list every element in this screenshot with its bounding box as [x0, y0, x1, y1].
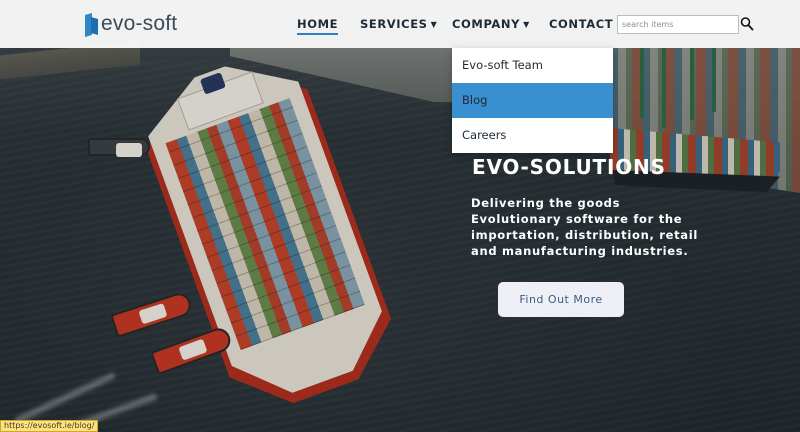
menu-item-blog[interactable]: Blog: [452, 83, 613, 118]
hero-tagline-line: and manufacturing industries.: [471, 244, 689, 258]
hero-tagline-line: importation, distribution, retail: [471, 228, 699, 242]
logo-mark-right: [91, 17, 98, 35]
nav-home[interactable]: HOME: [297, 17, 339, 35]
logo-text: evo-soft: [101, 12, 178, 35]
nav-contact-label: CONTACT: [549, 17, 614, 31]
menu-item-evo-soft-team[interactable]: Evo-soft Team: [452, 48, 613, 83]
logo[interactable]: evo-soft: [85, 12, 178, 37]
nav-home-label: HOME: [297, 17, 339, 31]
site-header: evo-soft HOME SERVICES ▼ COMPANY ▼ CONTACT: [0, 0, 800, 48]
nav-company[interactable]: COMPANY ▼: [452, 17, 530, 31]
nav-services[interactable]: SERVICES ▼: [360, 17, 437, 31]
logo-mark-icon: [85, 12, 98, 37]
chevron-down-icon: ▼: [430, 20, 438, 29]
find-out-more-button[interactable]: Find Out More: [498, 282, 624, 317]
company-dropdown-menu: Evo-soft Team Blog Careers: [452, 48, 613, 153]
nav-contact[interactable]: CONTACT: [549, 17, 613, 31]
nav-services-label: SERVICES: [360, 17, 428, 31]
search-input[interactable]: [617, 15, 739, 34]
hero-tagline-line: Delivering the goods: [471, 196, 621, 210]
active-underline: [297, 33, 339, 35]
hero-title: EVO-SOLUTIONS: [472, 155, 666, 179]
chevron-down-icon: ▼: [523, 20, 530, 29]
hero-tagline: Delivering the goods Evolutionary softwa…: [471, 195, 771, 259]
menu-item-careers[interactable]: Careers: [452, 118, 613, 153]
search-icon: [740, 17, 754, 31]
search-button[interactable]: [740, 16, 754, 32]
nav-company-label: COMPANY: [452, 17, 521, 31]
hero-tagline-line: Evolutionary software for the: [471, 212, 683, 226]
status-bar-url: https://evosoft.ie/blog/: [0, 420, 99, 432]
